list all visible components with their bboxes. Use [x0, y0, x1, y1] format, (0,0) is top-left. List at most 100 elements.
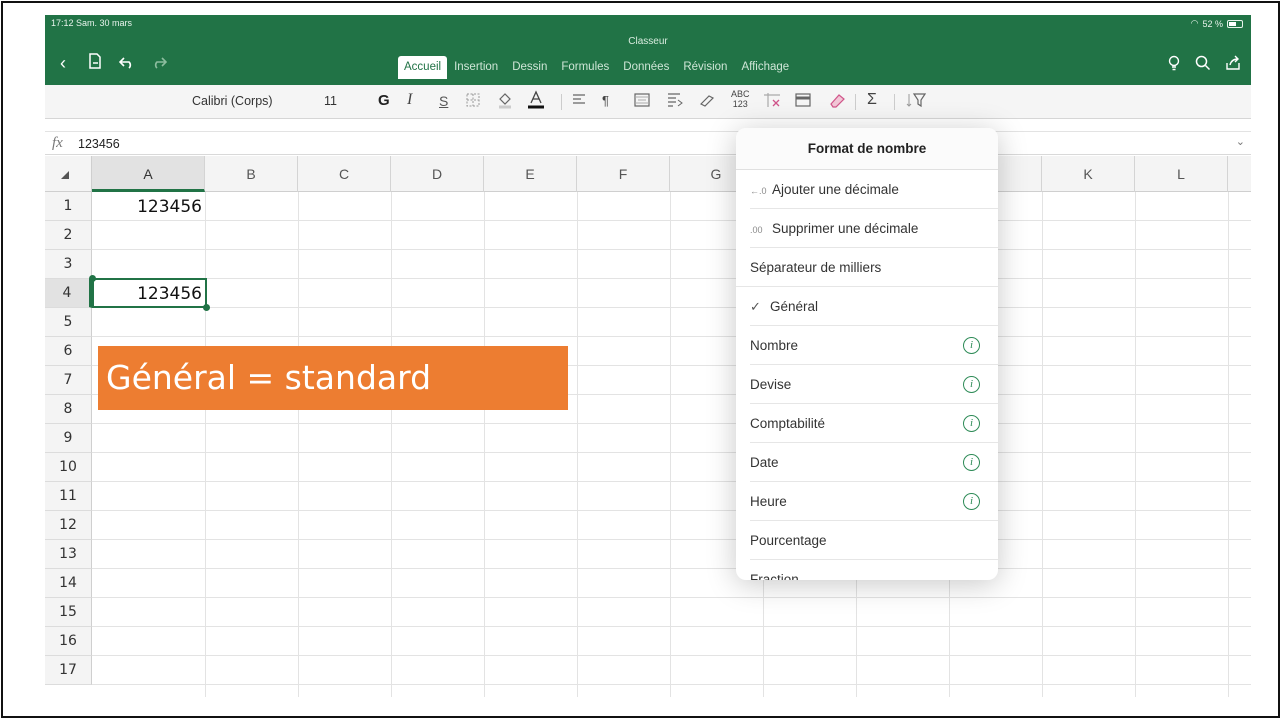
menu-item-general[interactable]: ✓ Général [750, 287, 998, 326]
underline-button[interactable]: S [439, 93, 448, 109]
clear-eraser-icon[interactable] [828, 92, 846, 111]
font-name-selector[interactable]: Calibri (Corps) [192, 94, 273, 108]
row-header-4[interactable]: 4 [45, 279, 92, 308]
chevron-down-icon[interactable]: ⌄ [1236, 135, 1245, 148]
row-header-7[interactable]: 7 [45, 366, 92, 395]
menu-item-currency[interactable]: Devise i [750, 365, 998, 404]
number-format-abc: ABC [731, 89, 750, 99]
info-icon[interactable]: i [963, 415, 980, 432]
row-header-17[interactable]: 17 [45, 656, 92, 685]
column-header-f[interactable]: F [577, 156, 670, 192]
row-header-8[interactable]: 8 [45, 395, 92, 424]
row-header-11[interactable]: 11 [45, 482, 92, 511]
fill-color-icon[interactable] [497, 91, 513, 112]
spreadsheet-grid[interactable]: A B C D E F G H I J K L 1 2 3 4 5 6 7 8 … [45, 156, 1251, 697]
file-icon[interactable] [87, 53, 103, 72]
tab-donnees[interactable]: Données [616, 57, 676, 77]
row-header-5[interactable]: 5 [45, 308, 92, 337]
bold-button[interactable]: G [378, 92, 390, 109]
selection-handle-top-left[interactable] [89, 275, 96, 282]
gridline [92, 307, 1251, 308]
menu-item-add-decimal[interactable]: ←.0 Ajouter une décimale [750, 170, 998, 209]
row-header-6[interactable]: 6 [45, 337, 92, 366]
tab-revision[interactable]: Révision [676, 57, 734, 77]
menu-item-number[interactable]: Nombre i [750, 326, 998, 365]
font-color-icon[interactable] [527, 90, 545, 113]
popover-title: Format de nombre [736, 128, 998, 170]
selection-handle-bottom-right[interactable] [203, 304, 210, 311]
column-header-b[interactable]: B [205, 156, 298, 192]
info-icon[interactable]: i [963, 454, 980, 471]
insert-cells-icon[interactable] [763, 92, 781, 111]
lightbulb-icon[interactable] [1167, 55, 1181, 75]
gridline [92, 481, 1251, 482]
column-header-e[interactable]: E [484, 156, 577, 192]
autosum-button[interactable]: Σ [867, 91, 877, 109]
cell-selection-box[interactable] [92, 278, 207, 308]
row-header-3[interactable]: 3 [45, 250, 92, 279]
gridline [92, 568, 1251, 569]
italic-button[interactable]: I [407, 91, 412, 109]
gridline [92, 684, 1251, 685]
gridline [92, 626, 1251, 627]
menu-item-label: Séparateur de milliers [750, 260, 882, 275]
select-all-corner[interactable] [45, 156, 92, 192]
redo-icon[interactable] [151, 54, 168, 72]
tab-accueil[interactable]: Accueil [398, 56, 448, 79]
menu-item-remove-decimal[interactable]: .00 Supprimer une décimale [750, 209, 998, 248]
menu-item-label: Comptabilité [750, 416, 826, 431]
remove-decimal-icon: .00 [750, 225, 763, 235]
align-icon[interactable] [572, 94, 586, 109]
info-icon[interactable]: i [963, 493, 980, 510]
row-header-10[interactable]: 10 [45, 453, 92, 482]
column-header-d[interactable]: D [391, 156, 484, 192]
menu-item-date[interactable]: Date i [750, 443, 998, 482]
app-top-bar: 17:12 Sam. 30 mars ◠ 52 % Classeur ‹ Acc… [45, 15, 1251, 85]
document-title: Classeur [628, 36, 668, 47]
font-size-selector[interactable]: 11 [324, 94, 337, 108]
row-header-16[interactable]: 16 [45, 627, 92, 656]
tab-formules[interactable]: Formules [554, 57, 616, 77]
annotation-callout: Général = standard [98, 346, 568, 410]
gridline [670, 192, 671, 697]
gridline [92, 510, 1251, 511]
merge-cells-icon[interactable] [634, 93, 650, 110]
row-header-9[interactable]: 9 [45, 424, 92, 453]
search-icon[interactable] [1195, 55, 1211, 75]
function-icon[interactable]: fx [52, 135, 63, 152]
undo-icon[interactable] [118, 54, 135, 72]
wrap-text-icon[interactable] [667, 92, 683, 111]
row-header-12[interactable]: 12 [45, 511, 92, 540]
menu-item-thousands-separator[interactable]: Séparateur de milliers [736, 248, 998, 287]
menu-item-accounting[interactable]: Comptabilité i [750, 404, 998, 443]
column-header-c[interactable]: C [298, 156, 391, 192]
row-header-13[interactable]: 13 [45, 540, 92, 569]
paragraph-icon[interactable]: ¶ [602, 93, 609, 108]
tab-insertion[interactable]: Insertion [447, 57, 505, 77]
row-header-1[interactable]: 1 [45, 192, 92, 221]
row-header-14[interactable]: 14 [45, 569, 92, 598]
tab-affichage[interactable]: Affichage [734, 57, 796, 77]
cell-a1[interactable]: 123456 [95, 197, 202, 217]
share-icon[interactable] [1225, 55, 1241, 75]
menu-item-fraction[interactable]: Fraction [750, 560, 998, 580]
menu-item-time[interactable]: Heure i [750, 482, 998, 521]
column-header-a[interactable]: A [92, 156, 205, 192]
gridline [1135, 192, 1136, 697]
borders-icon[interactable] [466, 93, 480, 110]
format-cells-icon[interactable] [795, 92, 811, 111]
formula-input[interactable]: 123456 [78, 137, 120, 151]
info-icon[interactable]: i [963, 337, 980, 354]
sort-filter-icon[interactable] [906, 92, 927, 111]
tab-dessin[interactable]: Dessin [505, 57, 554, 77]
cell-style-icon[interactable] [699, 92, 717, 111]
row-header-2[interactable]: 2 [45, 221, 92, 250]
info-icon[interactable]: i [963, 376, 980, 393]
number-format-icon[interactable]: ABC 123 [731, 89, 750, 109]
column-header-l[interactable]: L [1135, 156, 1228, 192]
column-header-k[interactable]: K [1042, 156, 1135, 192]
back-icon[interactable]: ‹ [55, 54, 71, 72]
gridline [1228, 192, 1229, 697]
row-header-15[interactable]: 15 [45, 598, 92, 627]
menu-item-percentage[interactable]: Pourcentage [750, 521, 998, 560]
